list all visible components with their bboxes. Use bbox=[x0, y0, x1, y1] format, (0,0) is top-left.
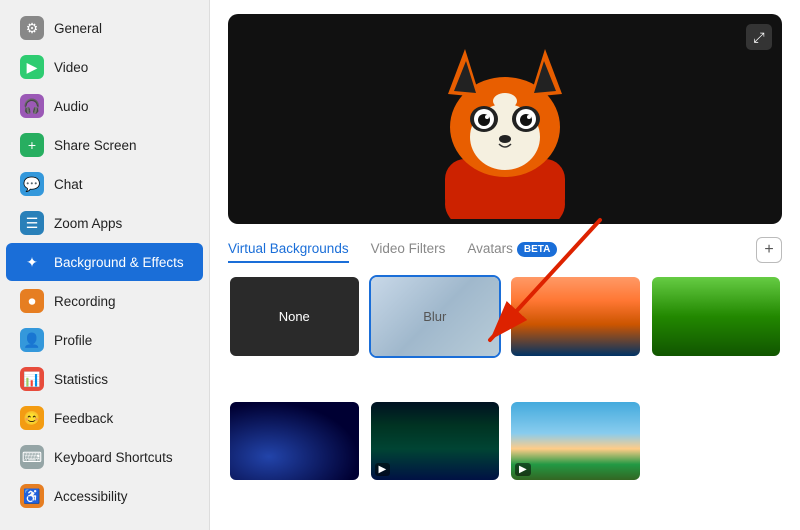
video-badge: ▶ bbox=[375, 463, 391, 476]
tab-video-filters[interactable]: Video Filters bbox=[371, 236, 446, 263]
bg-thumb-golden-gate[interactable] bbox=[509, 275, 642, 358]
sidebar-label-keyboard-shortcuts: Keyboard Shortcuts bbox=[54, 450, 173, 465]
sidebar-item-chat[interactable]: 💬 Chat bbox=[6, 165, 203, 203]
bg-inner-blur: Blur bbox=[371, 277, 500, 356]
tab-virtual-backgrounds[interactable]: Virtual Backgrounds bbox=[228, 236, 349, 263]
main-content: ⤢ Virtual Backgrounds Video Filters Avatar… bbox=[210, 0, 800, 530]
beta-badge: BETA bbox=[517, 242, 557, 257]
keyboard-icon: ⌨ bbox=[20, 445, 44, 469]
video-badge: ▶ bbox=[515, 463, 531, 476]
sidebar-item-background-effects[interactable]: ✦ Background & Effects bbox=[6, 243, 203, 281]
video-icon: ▶ bbox=[20, 55, 44, 79]
sidebar-label-chat: Chat bbox=[54, 177, 83, 192]
bg-inner-nature bbox=[652, 277, 781, 356]
general-icon: ⚙ bbox=[20, 16, 44, 40]
profile-icon: 👤 bbox=[20, 328, 44, 352]
bg-thumb-aurora[interactable]: ▶ bbox=[369, 400, 502, 483]
recording-icon: ⏺ bbox=[20, 289, 44, 313]
sidebar-label-video: Video bbox=[54, 60, 88, 75]
sidebar-label-recording: Recording bbox=[54, 294, 116, 309]
audio-icon: 🎧 bbox=[20, 94, 44, 118]
sidebar-label-audio: Audio bbox=[54, 99, 89, 114]
share-icon: + bbox=[20, 133, 44, 157]
preview-container: ⤢ bbox=[228, 14, 782, 224]
bg-inner-space bbox=[230, 402, 359, 481]
zoom-icon: ☰ bbox=[20, 211, 44, 235]
bg-thumb-space[interactable] bbox=[228, 400, 361, 483]
sidebar-item-recording[interactable]: ⏺ Recording bbox=[6, 282, 203, 320]
sidebar-label-share-screen: Share Screen bbox=[54, 138, 137, 153]
sidebar-item-profile[interactable]: 👤 Profile bbox=[6, 321, 203, 359]
sidebar-item-feedback[interactable]: 😊 Feedback bbox=[6, 399, 203, 437]
sidebar-item-keyboard-shortcuts[interactable]: ⌨ Keyboard Shortcuts bbox=[6, 438, 203, 476]
sidebar-item-statistics[interactable]: 📊 Statistics bbox=[6, 360, 203, 398]
bg-thumb-none[interactable]: None bbox=[228, 275, 361, 358]
add-background-button[interactable]: + bbox=[756, 237, 782, 263]
sidebar-item-zoom-apps[interactable]: ☰ Zoom Apps bbox=[6, 204, 203, 242]
sidebar-label-feedback: Feedback bbox=[54, 411, 113, 426]
sidebar-label-background-effects: Background & Effects bbox=[54, 255, 184, 270]
access-icon: ♿ bbox=[20, 484, 44, 508]
bg-thumb-beach[interactable]: ▶ bbox=[509, 400, 642, 483]
sidebar-item-share-screen[interactable]: + Share Screen bbox=[6, 126, 203, 164]
sidebar-label-statistics: Statistics bbox=[54, 372, 108, 387]
tabs-row: Virtual Backgrounds Video Filters AvatarsB… bbox=[228, 236, 782, 263]
sidebar-item-audio[interactable]: 🎧 Audio bbox=[6, 87, 203, 125]
sidebar-label-general: General bbox=[54, 21, 102, 36]
bg-inner-none: None bbox=[230, 277, 359, 356]
fox-avatar-svg bbox=[410, 19, 600, 219]
sidebar-label-profile: Profile bbox=[54, 333, 92, 348]
sidebar-item-accessibility[interactable]: ♿ Accessibility bbox=[6, 477, 203, 515]
sidebar-item-general[interactable]: ⚙ General bbox=[6, 9, 203, 47]
bg-inner-golden-gate bbox=[511, 277, 640, 356]
bg-icon: ✦ bbox=[20, 250, 44, 274]
background-grid: NoneBlur ▶ ▶ bbox=[228, 275, 782, 516]
expand-button[interactable]: ⤢ bbox=[746, 24, 772, 50]
stats-icon: 📊 bbox=[20, 367, 44, 391]
sidebar-label-zoom-apps: Zoom Apps bbox=[54, 216, 122, 231]
feedback-icon: 😊 bbox=[20, 406, 44, 430]
sidebar-item-video[interactable]: ▶ Video bbox=[6, 48, 203, 86]
tab-avatars[interactable]: AvatarsBETA bbox=[467, 236, 557, 263]
chat-icon: 💬 bbox=[20, 172, 44, 196]
sidebar: ⚙ General ▶ Video 🎧 Audio + Share Screen 💬 Chat ☰ Z… bbox=[0, 0, 210, 530]
bg-thumb-blur[interactable]: Blur bbox=[369, 275, 502, 358]
bg-thumb-nature[interactable] bbox=[650, 275, 783, 358]
sidebar-label-accessibility: Accessibility bbox=[54, 489, 128, 504]
fox-avatar bbox=[228, 14, 782, 224]
